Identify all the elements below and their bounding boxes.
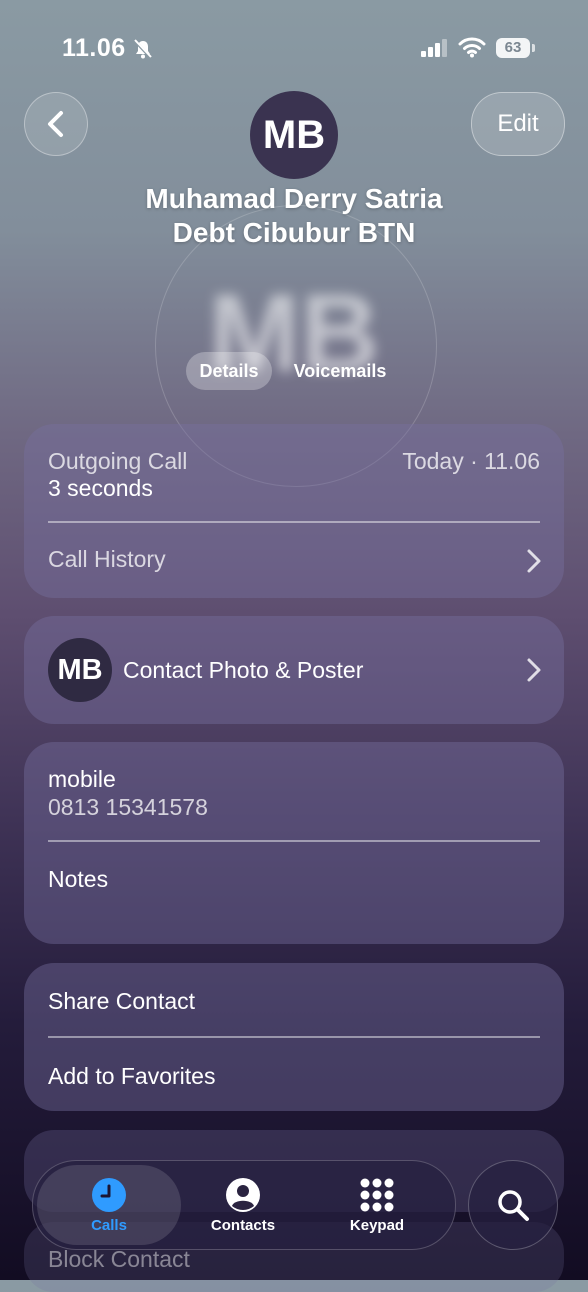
tab-contacts-label: Contacts: [210, 1216, 276, 1234]
chevron-right-icon: [527, 549, 541, 573]
add-to-favorites-button[interactable]: Add to Favorites: [48, 1063, 215, 1090]
chevron-right-icon: [527, 658, 541, 682]
contact-avatar-small: MB: [48, 638, 112, 702]
search-button[interactable]: [468, 1160, 558, 1250]
battery-indicator: 63: [496, 38, 530, 58]
contact-avatar[interactable]: MB: [250, 91, 338, 179]
notes-label: Notes: [48, 866, 109, 892]
call-duration: 3 seconds: [48, 475, 153, 501]
status-bar: 11.06 63: [0, 30, 588, 66]
bell-muted-icon: [132, 38, 154, 65]
block-contact-button[interactable]: Block Contact: [48, 1246, 190, 1273]
phone-card: mobile 0813 15341578 Notes: [24, 742, 564, 944]
battery-tip: [532, 44, 535, 52]
call-history-label: Call History: [48, 546, 166, 572]
actions-card: Share Contact Add to Favorites: [24, 963, 564, 1111]
tab-voicemails[interactable]: Voicemails: [286, 352, 394, 390]
tab-keypad[interactable]: Keypad: [309, 1165, 445, 1245]
wifi-icon: [458, 36, 486, 63]
keypad-icon: [360, 1178, 394, 1211]
phone-number[interactable]: 0813 15341578: [48, 794, 208, 821]
tab-calls[interactable]: Calls: [37, 1165, 181, 1245]
search-icon: [498, 1190, 529, 1221]
notes-field[interactable]: Notes: [24, 842, 564, 944]
tab-bar: Calls Contacts Keypad: [32, 1160, 456, 1250]
tab-calls-label: Calls: [91, 1216, 127, 1234]
phone-row[interactable]: mobile 0813 15341578: [24, 742, 564, 840]
segmented-control: Details Voicemails: [0, 350, 588, 392]
call-type: Outgoing Call: [48, 448, 188, 474]
edit-button[interactable]: Edit: [471, 92, 565, 156]
status-time: 11.06: [62, 34, 126, 62]
recent-call-card: Outgoing Call Today · 11.06 3 seconds Ca…: [24, 424, 564, 598]
cellular-signal-icon: [420, 38, 450, 63]
phone-label: mobile: [48, 766, 116, 792]
back-button[interactable]: [24, 92, 88, 156]
chevron-left-icon: [48, 111, 63, 137]
person-circle-icon: [226, 1177, 260, 1212]
contact-poster-label: Contact Photo & Poster: [123, 657, 364, 683]
tab-details[interactable]: Details: [186, 352, 272, 390]
call-time: Today · 11.06: [402, 448, 540, 474]
contact-poster-row[interactable]: MB Contact Photo & Poster: [24, 616, 564, 724]
call-history-row[interactable]: Call History: [24, 522, 564, 598]
clock-icon: [92, 1177, 126, 1212]
tab-keypad-label: Keypad: [349, 1216, 405, 1234]
share-contact-button[interactable]: Share Contact: [48, 988, 195, 1015]
tab-contacts[interactable]: Contacts: [175, 1165, 311, 1245]
divider: [48, 1036, 540, 1038]
